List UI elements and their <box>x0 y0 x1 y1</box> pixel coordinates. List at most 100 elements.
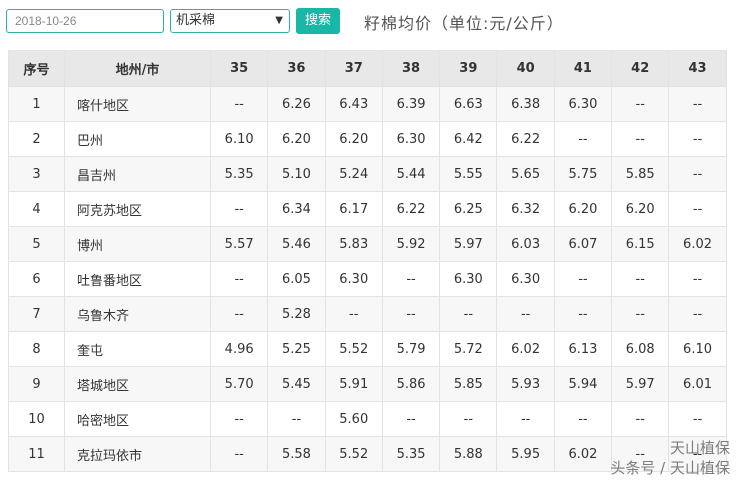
price-cell: 6.22 <box>496 121 555 157</box>
price-cell: -- <box>439 401 498 437</box>
price-cell: 5.52 <box>324 331 383 367</box>
price-cell: -- <box>668 296 727 332</box>
price-cell: 5.55 <box>439 156 498 192</box>
price-cell: -- <box>381 296 441 332</box>
dropdown-arrow-icon: ▼ <box>275 15 283 26</box>
price-cell: 5.85 <box>611 156 670 192</box>
price-cell: -- <box>381 261 441 297</box>
cotton-type-select-value: 机采棉 <box>176 13 216 28</box>
price-cell: -- <box>553 121 613 157</box>
column-header: 40 <box>496 50 555 87</box>
price-cell: 5.72 <box>439 331 498 367</box>
row-number-cell: 6 <box>8 261 65 297</box>
row-number-cell: 4 <box>8 191 65 227</box>
price-table: 序号 地州/市 35 36 37 38 39 40 41 42 43 1 喀什地区 -- 6.26 6.43… <box>8 50 727 472</box>
region-cell: 喀什地区 <box>64 86 211 122</box>
price-cell: -- <box>324 296 383 332</box>
price-cell: 5.45 <box>267 366 326 402</box>
price-cell: 6.20 <box>611 191 670 227</box>
region-cell: 哈密地区 <box>64 401 211 437</box>
cotton-type-select[interactable]: 机采棉 ▼ <box>170 9 290 33</box>
price-cell: 6.42 <box>439 121 498 157</box>
price-cell: 5.46 <box>267 226 326 262</box>
table-row: 7 乌鲁木齐 -- 5.28 -- -- -- -- -- -- -- <box>8 296 727 332</box>
column-header: 41 <box>553 50 613 87</box>
price-cell: -- <box>381 401 441 437</box>
table-body: 1 喀什地区 -- 6.26 6.43 6.39 6.63 6.38 6.30 -- -- 2 巴州 6.… <box>8 86 727 472</box>
price-cell: 5.94 <box>553 366 613 402</box>
table-header-row: 序号 地州/市 35 36 37 38 39 40 41 42 43 <box>8 50 727 87</box>
price-cell: 6.10 <box>209 121 269 157</box>
row-number-cell: 1 <box>8 86 65 122</box>
price-cell: 5.97 <box>611 366 670 402</box>
price-cell: 5.52 <box>324 436 383 472</box>
price-cell: -- <box>611 86 670 122</box>
price-cell: 6.39 <box>381 86 441 122</box>
price-cell: -- <box>267 401 326 437</box>
region-cell: 阿克苏地区 <box>64 191 211 227</box>
search-button[interactable]: 搜索 <box>296 8 340 34</box>
price-cell: 5.24 <box>324 156 383 192</box>
toolbar: 机采棉 ▼ 搜索 籽棉均价（单位:元/公斤） <box>6 8 736 35</box>
table-row: 3 昌吉州 5.35 5.10 5.24 5.44 5.55 5.65 5.75 5.85 -- <box>8 156 727 192</box>
price-cell: 6.01 <box>668 366 727 402</box>
price-cell: 5.95 <box>496 436 555 472</box>
table-row: 10 哈密地区 -- -- 5.60 -- -- -- -- -- -- <box>8 401 727 437</box>
price-cell: -- <box>668 156 727 192</box>
price-cell: 6.22 <box>381 191 441 227</box>
price-cell: 6.25 <box>439 191 498 227</box>
region-cell: 巴州 <box>64 121 211 157</box>
price-cell: 5.58 <box>267 436 326 472</box>
price-cell: 6.30 <box>553 86 613 122</box>
price-cell: 5.28 <box>267 296 326 332</box>
price-cell: -- <box>209 261 269 297</box>
price-cell: 5.70 <box>209 366 269 402</box>
price-cell: 5.93 <box>496 366 555 402</box>
region-cell: 吐鲁番地区 <box>64 261 211 297</box>
price-cell: 6.17 <box>324 191 383 227</box>
price-cell: -- <box>439 296 498 332</box>
price-cell: -- <box>209 436 269 472</box>
price-cell: -- <box>611 261 670 297</box>
column-header: 43 <box>668 50 727 87</box>
row-number-cell: 11 <box>8 436 65 472</box>
row-number-cell: 5 <box>8 226 65 262</box>
table-row: 6 吐鲁番地区 -- 6.05 6.30 -- 6.30 6.30 -- -- -- <box>8 261 727 297</box>
price-cell: -- <box>668 401 727 437</box>
column-header: 35 <box>209 50 269 87</box>
date-input[interactable] <box>6 9 164 33</box>
row-number-cell: 10 <box>8 401 65 437</box>
price-cell: 6.13 <box>553 331 613 367</box>
column-header: 42 <box>611 50 670 87</box>
price-cell: -- <box>611 121 670 157</box>
column-header: 38 <box>381 50 441 87</box>
row-number-cell: 9 <box>8 366 65 402</box>
price-cell: 6.20 <box>324 121 383 157</box>
price-cell: 5.60 <box>324 401 383 437</box>
column-header: 37 <box>324 50 383 87</box>
table-row: 8 奎屯 4.96 5.25 5.52 5.79 5.72 6.02 6.13 6.08 6.10 <box>8 331 727 367</box>
price-cell: 6.20 <box>553 191 613 227</box>
price-cell: 6.43 <box>324 86 383 122</box>
price-cell: 5.88 <box>439 436 498 472</box>
row-number-cell: 7 <box>8 296 65 332</box>
price-cell: 6.07 <box>553 226 613 262</box>
region-cell: 乌鲁木齐 <box>64 296 211 332</box>
table-row: 4 阿克苏地区 -- 6.34 6.17 6.22 6.25 6.32 6.20 6.20 -- <box>8 191 727 227</box>
watermark: 天山植保 头条号 / 天山植保 <box>582 439 732 479</box>
price-cell: -- <box>611 296 670 332</box>
price-cell: -- <box>553 261 613 297</box>
page-title: 籽棉均价（单位:元/公斤） <box>364 14 564 33</box>
price-cell: 6.30 <box>496 261 555 297</box>
price-cell: 6.32 <box>496 191 555 227</box>
price-cell: 4.96 <box>209 331 269 367</box>
price-cell: 6.34 <box>267 191 326 227</box>
price-cell: 6.03 <box>496 226 555 262</box>
region-cell: 博州 <box>64 226 211 262</box>
price-cell: -- <box>209 86 269 122</box>
price-cell: 5.57 <box>209 226 269 262</box>
price-cell: 6.20 <box>267 121 326 157</box>
price-cell: 6.63 <box>439 86 498 122</box>
price-cell: 5.79 <box>381 331 441 367</box>
price-cell: 6.05 <box>267 261 326 297</box>
